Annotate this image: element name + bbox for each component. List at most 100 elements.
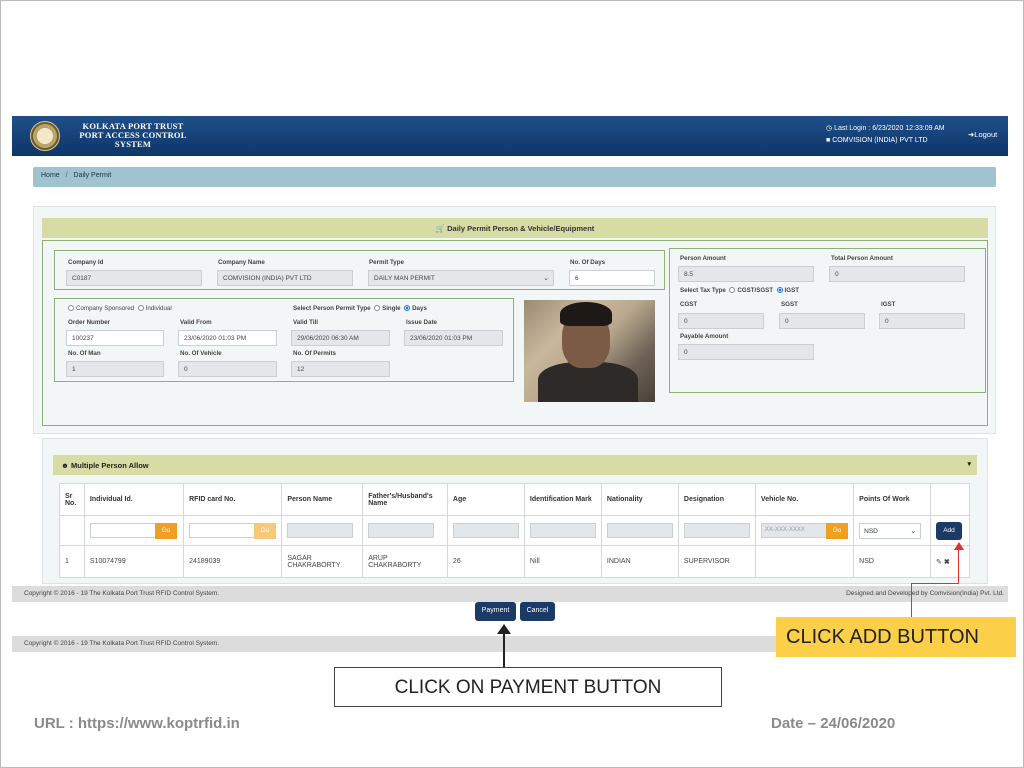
logout-link[interactable]: ➜Logout: [968, 130, 997, 139]
multiple-person-header[interactable]: ☻ Multiple Person Allow ▾: [53, 455, 977, 475]
rfid-go-button[interactable]: Go: [254, 522, 277, 539]
cell-actions: ✎ ✖: [930, 545, 970, 578]
sgst-label: SGST: [781, 301, 798, 308]
payment-annotation-line: [503, 631, 505, 667]
points-of-work-select[interactable]: NSD ⌄: [859, 522, 922, 539]
add-button-callout: CLICK ADD BUTTON: [776, 617, 1016, 657]
issue-date-label: Issue Date: [406, 319, 437, 326]
vehicle-go-button[interactable]: Go: [825, 522, 848, 539]
igst-label: IGST: [881, 301, 896, 308]
cell-points: NSD: [853, 545, 932, 578]
individual-go-button[interactable]: Go: [154, 522, 177, 539]
cgst-field[interactable]: 0: [678, 313, 764, 329]
company-id-label: Company Id: [68, 259, 104, 266]
breadcrumb-separator: /: [65, 172, 68, 179]
last-login-text: Last Login : 6/23/2020 12:33:09 AM: [834, 125, 945, 132]
age-input[interactable]: [452, 523, 519, 538]
header-company: ■ COMVISION (INDIA) PVT LTD: [826, 137, 928, 144]
add-annotation-line-horizontal: [911, 583, 959, 584]
col-points: Points Of Work: [853, 483, 932, 516]
select-type-label: Select Person Permit Type: [293, 305, 371, 312]
payable-amount-field[interactable]: 0: [678, 344, 814, 360]
person-name-input[interactable]: [287, 523, 354, 538]
delete-icon[interactable]: ✖: [944, 559, 950, 566]
port-trust-logo-icon: [30, 121, 60, 151]
cgst-sgst-radio[interactable]: [729, 287, 736, 293]
footer-copyright-bottom: Copyright © 2016 - 19 The Kolkata Port T…: [24, 640, 220, 647]
table-header-row: Sr No. Individual Id. RFID card No. Pers…: [59, 483, 970, 516]
valid-till-field[interactable]: 29/06/2020 06:30 AM: [291, 330, 390, 346]
permit-type-value: DAILY MAN PERMIT: [374, 275, 435, 282]
igst-field[interactable]: 0: [879, 313, 965, 329]
cgst-sgst-label: CGST/SGST: [737, 287, 774, 294]
payment-button[interactable]: Payment: [475, 602, 516, 621]
single-radio[interactable]: [374, 305, 381, 311]
brand-line-3: SYSTEM: [114, 139, 152, 149]
permit-type-label: Permit Type: [369, 259, 404, 266]
cell-rfid: 24189039: [183, 545, 283, 578]
permit-type-select[interactable]: DAILY MAN PERMIT ⌄: [368, 270, 554, 286]
panel-title-text: Daily Permit Person & Vehicle/Equipment: [447, 224, 595, 233]
sponsor-radio-group: Company Sponsored Individual: [68, 305, 172, 312]
cell-vehicle: [754, 545, 855, 578]
issue-date-field[interactable]: 23/06/2020 01:03 PM: [404, 330, 503, 346]
days-radio[interactable]: [404, 305, 411, 311]
identification-input[interactable]: [529, 523, 596, 538]
cell-nationality: INDIAN: [600, 545, 679, 578]
col-nationality: Nationality: [600, 483, 679, 516]
nationality-input[interactable]: [606, 523, 673, 538]
no-of-days-input[interactable]: 6: [569, 270, 655, 286]
person-amount-field[interactable]: 8.5: [678, 266, 814, 282]
rfid-input[interactable]: [189, 523, 256, 538]
person-photo: [524, 300, 655, 402]
header-company-text: COMVISION (INDIA) PVT LTD: [832, 137, 928, 144]
points-select-value: NSD: [864, 527, 878, 535]
payment-button-callout: CLICK ON PAYMENT BUTTON: [334, 667, 722, 707]
building-icon: ■: [826, 137, 831, 144]
order-number-input[interactable]: 100237: [66, 330, 164, 346]
single-label: Single: [382, 305, 401, 312]
no-of-vehicle-field[interactable]: 0: [178, 361, 277, 377]
individual-radio[interactable]: [137, 305, 144, 311]
company-name-field[interactable]: COMVISION (INDIA) PVT LTD: [217, 270, 353, 286]
company-id-field[interactable]: C0187: [66, 270, 202, 286]
edit-icon[interactable]: ✎: [936, 559, 942, 566]
entry-points: NSD ⌄: [853, 515, 932, 546]
breadcrumb-home[interactable]: Home: [41, 172, 60, 179]
total-person-amount-label: Total Person Amount: [831, 255, 893, 262]
no-of-permits-field[interactable]: 12: [291, 361, 390, 377]
individual-id-input[interactable]: [89, 523, 156, 538]
valid-from-input[interactable]: 23/06/2020 01:03 PM: [178, 330, 277, 346]
col-sr: Sr No.: [59, 483, 85, 516]
chevron-down-icon: ⌄: [543, 275, 549, 282]
multiple-person-title: Multiple Person Allow: [71, 461, 149, 470]
entry-actions: Add: [930, 515, 970, 546]
entry-age: [446, 515, 525, 546]
add-annotation-line-vertical: [911, 583, 912, 617]
father-name-input[interactable]: [368, 523, 435, 538]
cancel-button[interactable]: Cancel: [520, 602, 555, 621]
add-button[interactable]: Add: [936, 521, 963, 540]
company-sponsored-label: Company Sponsored: [76, 305, 135, 312]
col-father-name: Father's/Husband's Name: [362, 483, 448, 516]
person-table: Sr No. Individual Id. RFID card No. Pers…: [59, 483, 970, 578]
users-icon: ☻: [61, 461, 69, 470]
sgst-field[interactable]: 0: [779, 313, 865, 329]
no-of-days-label: No. Of Days: [570, 259, 606, 266]
entry-row: Go Go XX-XXX-XXXX Go NSD ⌄ Add: [59, 515, 970, 546]
total-person-amount-field[interactable]: 0: [829, 266, 965, 282]
entry-father-name: [362, 515, 448, 546]
vehicle-input[interactable]: XX-XXX-XXXX: [760, 523, 827, 538]
designation-input[interactable]: [683, 523, 750, 538]
valid-from-label: Valid From: [180, 319, 212, 326]
company-sponsored-radio[interactable]: [68, 305, 74, 311]
col-designation: Designation: [677, 483, 756, 516]
person-amount-label: Person Amount: [680, 255, 726, 262]
no-of-man-field[interactable]: 1: [66, 361, 164, 377]
no-of-man-label: No. Of Man: [68, 350, 101, 357]
igst-radio[interactable]: [776, 287, 783, 293]
days-label: Days: [412, 305, 427, 312]
col-vehicle: Vehicle No.: [754, 483, 855, 516]
valid-till-label: Valid Till: [293, 319, 318, 326]
brand-title: KOLKATA PORT TRUST PORT ACCESS CONTROL S…: [68, 122, 198, 149]
